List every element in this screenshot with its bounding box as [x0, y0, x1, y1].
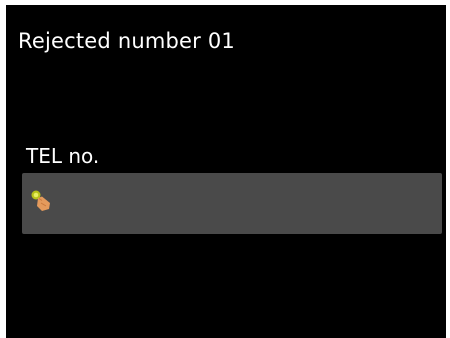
tel-number-label: TEL no.	[26, 144, 100, 168]
page-title: Rejected number 01	[18, 29, 235, 53]
tel-number-field[interactable]	[22, 173, 442, 234]
printer-lcd-screen: Rejected number 01 TEL no.	[6, 5, 446, 338]
touch-hand-icon	[29, 188, 55, 214]
